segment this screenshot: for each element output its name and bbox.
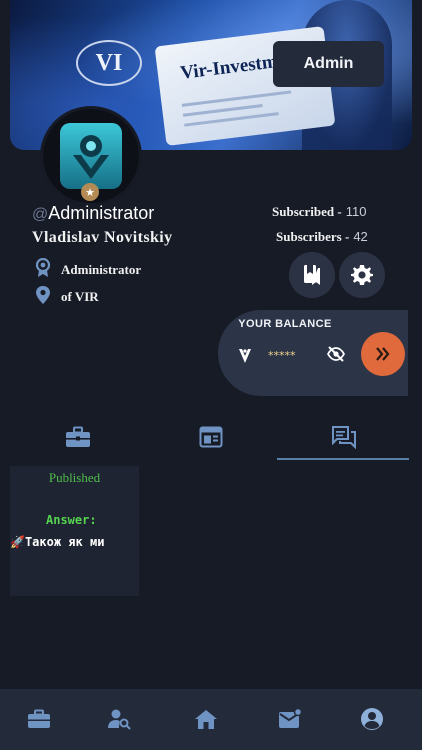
tab-forum[interactable]	[276, 414, 412, 460]
tab-dashboard[interactable]	[143, 414, 279, 460]
subscribed-count: 110	[345, 204, 367, 219]
banner-logo: VI	[76, 40, 142, 86]
admin-button[interactable]: Admin	[273, 41, 384, 87]
subscribed-stat[interactable]: Subscribed -110	[272, 204, 366, 220]
role-text: Administrator	[61, 262, 142, 277]
subscribers-stat[interactable]: Subscribers -42	[276, 229, 368, 245]
vir-logo-icon	[238, 347, 252, 369]
forum-icon	[332, 426, 356, 449]
nav-people-search[interactable]	[106, 706, 132, 732]
balance-title: YOUR BALANCE	[238, 318, 332, 330]
briefcase-icon	[66, 426, 90, 447]
profile-tabs	[0, 414, 422, 462]
subscribers-count: 42	[353, 229, 368, 244]
settings-button[interactable]	[339, 252, 385, 298]
location-row: of VIR	[34, 285, 99, 309]
bookmarks-button[interactable]	[289, 252, 335, 298]
subscribers-label: Subscribers -	[276, 229, 350, 244]
dashboard-icon	[199, 426, 223, 448]
post-card[interactable]: Published Answer: 🚀Також як ми	[10, 466, 139, 596]
briefcase-icon	[28, 709, 50, 728]
medal-icon	[34, 257, 52, 282]
subscribed-label: Subscribed -	[272, 204, 342, 219]
balance-open-button[interactable]	[361, 332, 405, 376]
handle-prefix: @	[32, 206, 49, 223]
mail-icon	[279, 708, 302, 728]
nav-home[interactable]	[193, 706, 219, 732]
active-tab-indicator	[277, 458, 409, 460]
location-text: of VIR	[61, 289, 99, 304]
visibility-off-icon[interactable]	[326, 346, 346, 366]
avatar-logo-icon	[60, 123, 122, 189]
role-row: Administrator	[34, 257, 142, 282]
nav-portfolio[interactable]	[26, 706, 52, 732]
post-answer-label: Answer:	[46, 513, 97, 527]
post-status: Published	[48, 470, 101, 485]
double-chevron-right-icon	[376, 347, 390, 361]
post-text: 🚀Також як ми	[10, 535, 105, 549]
handle-name: Administrator	[48, 203, 155, 223]
balance-card: YOUR BALANCE *****	[218, 310, 408, 396]
avatar-star-badge-icon: ★	[81, 183, 99, 201]
bookmarks-icon	[304, 265, 320, 285]
profile-full-name: Vladislav Novitskiy	[32, 229, 173, 246]
nav-messages[interactable]	[277, 706, 303, 732]
balance-masked-value: *****	[268, 349, 296, 362]
location-pin-icon	[34, 285, 52, 309]
home-icon	[195, 710, 217, 729]
tab-portfolio[interactable]	[10, 414, 146, 460]
profile-handle: @Administrator	[32, 203, 154, 224]
bottom-navigation	[0, 689, 422, 750]
nav-account[interactable]	[359, 706, 385, 732]
account-icon	[361, 708, 383, 730]
person-search-icon	[108, 709, 131, 730]
gear-icon	[351, 265, 373, 285]
